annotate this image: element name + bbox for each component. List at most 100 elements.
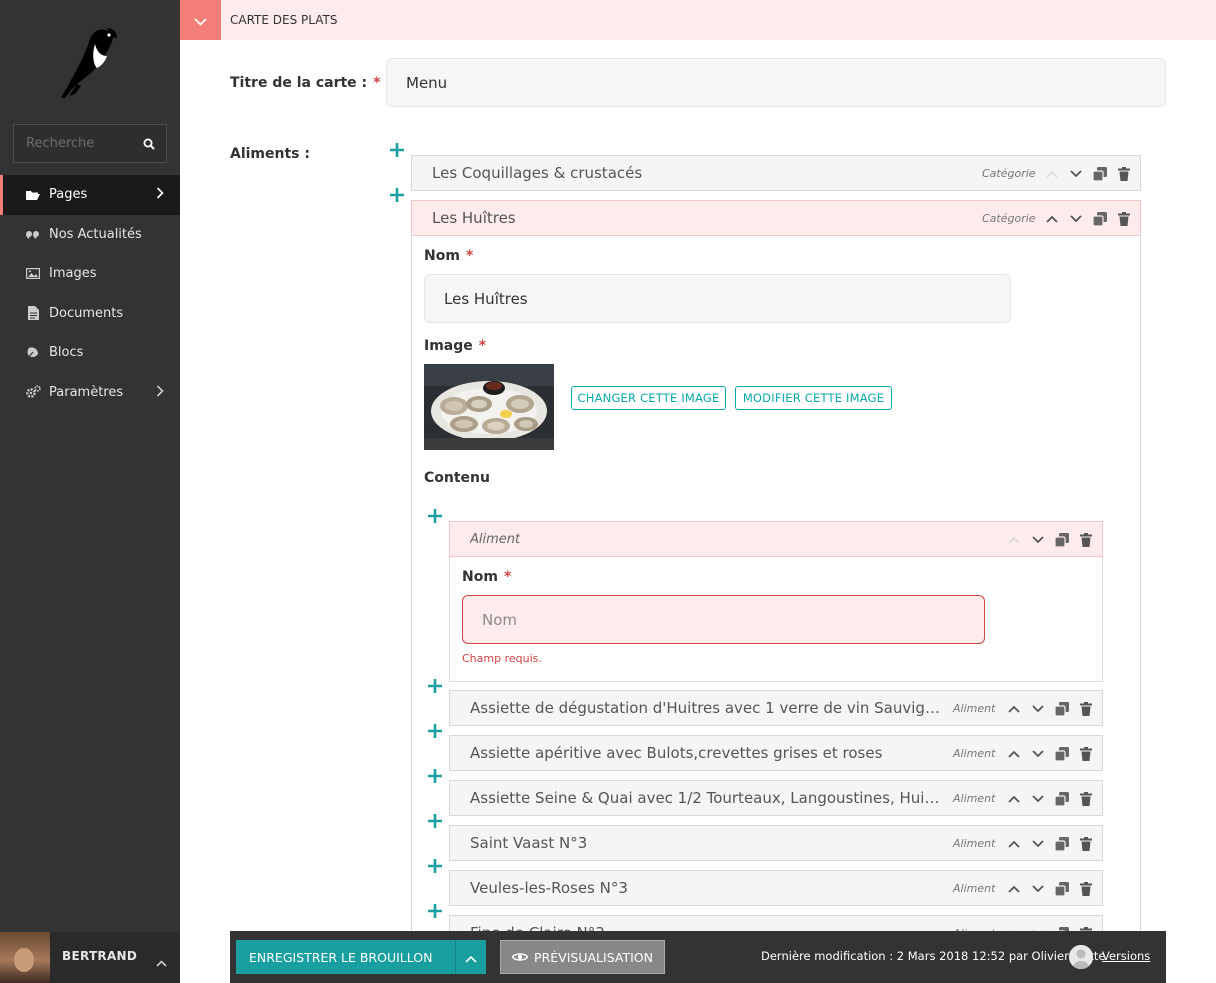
block-header[interactable]: Les Huîtres Catégorie xyxy=(411,200,1141,236)
block-actions xyxy=(1044,166,1132,182)
move-down-icon[interactable] xyxy=(1030,791,1046,807)
duplicate-icon[interactable] xyxy=(1054,532,1070,548)
nom-label: Nom * xyxy=(424,248,474,264)
change-image-button[interactable]: CHANGER CETTE IMAGE xyxy=(571,386,726,410)
required-mark: * xyxy=(503,569,512,585)
versions-link[interactable]: Versions xyxy=(1102,949,1150,963)
preview-label: PRÉVISUALISATION xyxy=(534,949,653,965)
duplicate-icon[interactable] xyxy=(1092,166,1108,182)
move-up-icon[interactable] xyxy=(1006,836,1022,852)
document-icon xyxy=(25,306,41,321)
move-up-icon[interactable] xyxy=(1006,881,1022,897)
block-title: Les Huîtres xyxy=(432,209,516,227)
move-down-icon[interactable] xyxy=(1030,701,1046,717)
nom-field[interactable]: Les Huîtres xyxy=(424,274,1011,323)
duplicate-icon[interactable] xyxy=(1054,701,1070,717)
add-block-button[interactable] xyxy=(427,903,443,919)
sidebar-item-label: Nos Actualités xyxy=(49,226,142,242)
add-block-button[interactable] xyxy=(427,858,443,874)
wagtail-bird-icon[interactable] xyxy=(55,22,125,102)
move-up-icon[interactable] xyxy=(1006,746,1022,762)
move-up-icon[interactable] xyxy=(1044,166,1060,182)
move-up-icon[interactable] xyxy=(1006,532,1022,548)
block-type: Catégorie xyxy=(982,167,1036,180)
collapse-toggle[interactable] xyxy=(180,0,221,40)
quote-icon xyxy=(25,229,41,240)
search-icon[interactable] xyxy=(132,125,166,162)
more-actions-toggle[interactable] xyxy=(455,940,486,974)
duplicate-icon[interactable] xyxy=(1054,836,1070,852)
move-down-icon[interactable] xyxy=(1030,746,1046,762)
sidebar-item-label: Blocs xyxy=(49,345,84,361)
nom-field[interactable]: Nom xyxy=(462,595,985,644)
sidebar-item-parametres[interactable]: Paramètres xyxy=(0,373,180,413)
chevron-right-icon xyxy=(156,384,164,401)
image-label: Image * xyxy=(424,338,487,354)
sidebar-item-nos-actualites[interactable]: Nos Actualités xyxy=(0,215,180,255)
move-down-icon[interactable] xyxy=(1030,532,1046,548)
block-type: Aliment xyxy=(953,837,996,850)
aliments-label: Aliments : xyxy=(230,146,310,162)
sidebar-item-documents[interactable]: Documents xyxy=(0,294,180,334)
delete-icon[interactable] xyxy=(1116,211,1132,227)
block-header[interactable]: Assiette de dégustation d'Huitres avec 1… xyxy=(449,690,1103,726)
block-header[interactable]: Les Coquillages & crustacés Catégorie xyxy=(411,155,1141,191)
block-header[interactable]: Veules-les-Roses N°3 Aliment xyxy=(449,870,1103,906)
move-down-icon[interactable] xyxy=(1030,881,1046,897)
chevron-right-icon xyxy=(156,187,164,203)
block-type: Aliment xyxy=(953,882,996,895)
title-field[interactable]: Menu xyxy=(386,58,1166,107)
chevron-up-icon xyxy=(156,952,167,971)
main-menu: Pages Nos Actualités Images Documents Bl… xyxy=(0,175,180,412)
sidebar-item-images[interactable]: Images xyxy=(0,254,180,294)
add-block-button[interactable] xyxy=(427,508,443,524)
block-header[interactable]: Assiette apéritive avec Bulots,crevettes… xyxy=(449,735,1103,771)
move-down-icon[interactable] xyxy=(1068,166,1084,182)
sidebar-item-blocs[interactable]: Blocs xyxy=(0,333,180,373)
sidebar-item-label: Documents xyxy=(49,305,124,321)
move-up-icon[interactable] xyxy=(1006,791,1022,807)
image-thumbnail[interactable] xyxy=(424,364,554,450)
delete-icon[interactable] xyxy=(1078,532,1094,548)
block-type: Catégorie xyxy=(982,212,1036,225)
image-icon xyxy=(25,268,41,280)
add-block-button[interactable] xyxy=(427,723,443,739)
sidebar-item-label: Paramètres xyxy=(49,384,124,400)
preview-button[interactable]: PRÉVISUALISATION xyxy=(500,940,665,974)
block-actions xyxy=(1006,701,1094,717)
delete-icon[interactable] xyxy=(1078,881,1094,897)
duplicate-icon[interactable] xyxy=(1092,211,1108,227)
contenu-label: Contenu xyxy=(424,470,490,486)
snippet-icon xyxy=(25,346,41,359)
block-actions xyxy=(1044,211,1132,227)
block-title: Assiette apéritive avec Bulots,crevettes… xyxy=(470,744,883,762)
delete-icon[interactable] xyxy=(1116,166,1132,182)
duplicate-icon[interactable] xyxy=(1054,791,1070,807)
move-down-icon[interactable] xyxy=(1030,836,1046,852)
delete-icon[interactable] xyxy=(1078,836,1094,852)
delete-icon[interactable] xyxy=(1078,791,1094,807)
duplicate-icon[interactable] xyxy=(1054,881,1070,897)
add-block-button[interactable] xyxy=(427,768,443,784)
add-block-button[interactable] xyxy=(389,142,405,158)
add-block-button[interactable] xyxy=(427,813,443,829)
section-title: CARTE DES PLATS xyxy=(230,13,338,27)
move-down-icon[interactable] xyxy=(1068,211,1084,227)
search-input[interactable] xyxy=(14,125,134,162)
save-draft-button[interactable]: ENREGISTRER LE BROUILLON xyxy=(236,940,455,974)
add-block-button[interactable] xyxy=(389,187,405,203)
sidebar-item-pages[interactable]: Pages xyxy=(0,175,180,215)
block-title: Saint Vaast N°3 xyxy=(470,834,588,852)
move-up-icon[interactable] xyxy=(1006,701,1022,717)
add-block-button[interactable] xyxy=(427,678,443,694)
delete-icon[interactable] xyxy=(1078,746,1094,762)
move-up-icon[interactable] xyxy=(1044,211,1060,227)
edit-image-button[interactable]: MODIFIER CETTE IMAGE xyxy=(735,386,892,410)
block-header[interactable]: Assiette Seine & Quai avec 1/2 Tourteaux… xyxy=(449,780,1103,816)
block-header[interactable]: Saint Vaast N°3 Aliment xyxy=(449,825,1103,861)
duplicate-icon[interactable] xyxy=(1054,746,1070,762)
block-header[interactable]: Aliment xyxy=(449,521,1103,557)
footer-actions: ENREGISTRER LE BROUILLON PRÉVISUALISATIO… xyxy=(230,931,1166,983)
delete-icon[interactable] xyxy=(1078,701,1094,717)
account-menu[interactable]: BERTRAND xyxy=(0,932,180,983)
